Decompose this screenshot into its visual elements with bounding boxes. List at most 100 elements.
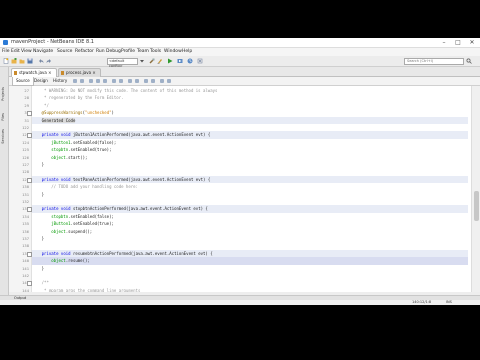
- menu-debug[interactable]: Debug: [106, 48, 121, 56]
- projects-panel-tab[interactable]: Projects: [1, 87, 5, 101]
- menu-help[interactable]: Help: [182, 48, 192, 56]
- start-macro-icon[interactable]: [144, 79, 148, 83]
- code-area[interactable]: * WARNING: Do NOT modify this code. The …: [32, 86, 468, 292]
- code-line[interactable]: }: [32, 265, 468, 272]
- open-project-icon[interactable]: [19, 58, 25, 64]
- code-line[interactable]: jButton1.setEnabled(true);: [32, 220, 468, 227]
- code-line[interactable]: object.start();: [32, 154, 468, 161]
- tab-stpwatch[interactable]: stpwatch.java ×: [11, 68, 57, 77]
- stop-macro-icon[interactable]: [151, 79, 155, 83]
- line-number: 136: [22, 228, 29, 234]
- line-number: 130: [22, 184, 29, 190]
- tab-design[interactable]: Design: [31, 77, 51, 85]
- redo-icon[interactable]: [46, 58, 52, 64]
- code-editor[interactable]: 27 28293031 122 123124 125126 127 128129 130131…: [9, 86, 480, 292]
- code-line[interactable]: [32, 198, 468, 205]
- code-line[interactable]: object.suspend();: [32, 228, 468, 235]
- debug-icon[interactable]: [177, 58, 183, 64]
- shift-right-icon[interactable]: [135, 79, 139, 83]
- caret-position: 140:12/1:8: [412, 300, 432, 304]
- netbeans-app-icon: [3, 40, 8, 45]
- find-previous-icon[interactable]: [96, 79, 100, 83]
- menu-team[interactable]: Team: [137, 48, 149, 56]
- code-line[interactable]: private void textPaneActionPerformed(jav…: [32, 175, 468, 184]
- code-line[interactable]: stopbtn.setEnabled(true);: [32, 146, 468, 153]
- code-line[interactable]: * regenerated by the Form Editor.: [32, 94, 468, 101]
- code-line[interactable]: stopbtn.setEnabled(false);: [32, 213, 468, 220]
- toggle-bookmark-icon[interactable]: [119, 79, 123, 83]
- code-line[interactable]: * @param args the command line arguments: [32, 287, 468, 292]
- close-tab-icon[interactable]: ×: [92, 70, 95, 75]
- files-panel-tab[interactable]: Files: [1, 113, 5, 121]
- editor-tab-row: stpwatch.java × process.java ×: [9, 67, 480, 77]
- code-line[interactable]: private void stopbtnActionPerformed(java…: [32, 205, 468, 213]
- code-line[interactable]: }: [32, 161, 468, 168]
- new-project-icon[interactable]: [11, 58, 17, 64]
- maximize-icon[interactable]: □: [452, 38, 464, 47]
- main-toolbar: <default config> Search (Ctrl+I): [0, 56, 480, 68]
- configuration-select[interactable]: <default config>: [107, 58, 138, 68]
- tab-process[interactable]: process.java ×: [58, 68, 101, 77]
- build-icon[interactable]: [149, 58, 155, 64]
- line-number: 123: [22, 132, 29, 138]
- profile-icon[interactable]: [187, 58, 193, 64]
- code-line[interactable]: [32, 124, 468, 131]
- code-line[interactable]: private void resumebtnActionPerformed(ja…: [32, 249, 468, 258]
- code-line[interactable]: /**: [32, 279, 468, 286]
- close-tab-icon[interactable]: ×: [48, 70, 51, 75]
- menu-window[interactable]: Window: [164, 48, 182, 56]
- menu-profile[interactable]: Profile: [121, 48, 135, 56]
- menu-navigate[interactable]: Navigate: [33, 48, 53, 56]
- code-line[interactable]: object.resume();: [32, 257, 468, 265]
- save-all-icon[interactable]: [27, 58, 33, 64]
- menu-file[interactable]: File: [2, 48, 10, 56]
- find-icon[interactable]: [89, 79, 93, 83]
- code-line[interactable]: }: [32, 235, 468, 242]
- menu-edit[interactable]: Edit: [11, 48, 20, 56]
- clean-build-icon[interactable]: [157, 58, 163, 64]
- code-line[interactable]: [32, 272, 468, 279]
- line-number: 29: [24, 102, 29, 108]
- code-line[interactable]: jButton1.setEnabled(false);: [32, 139, 468, 146]
- code-line[interactable]: @SuppressWarnings("unchecked"): [32, 109, 468, 116]
- minimize-icon[interactable]: –: [438, 38, 450, 47]
- code-line[interactable]: // TODO add your handling code here:: [32, 183, 468, 190]
- tab-history[interactable]: History: [50, 77, 70, 85]
- status-bar: 140:12/1:8 INS: [0, 300, 480, 305]
- code-line[interactable]: * WARNING: Do NOT modify this code. The …: [32, 87, 468, 94]
- line-number: 127: [22, 162, 29, 167]
- search-input[interactable]: Search (Ctrl+I): [404, 58, 464, 65]
- shift-left-icon[interactable]: [128, 79, 132, 83]
- tab-label: process.java: [66, 70, 92, 75]
- toggle-highlight-icon[interactable]: [112, 79, 116, 83]
- run-icon[interactable]: [167, 58, 173, 64]
- code-line[interactable]: }: [32, 191, 468, 198]
- back-icon[interactable]: [73, 79, 77, 83]
- services-panel-tab[interactable]: Services: [1, 129, 5, 144]
- search-icon[interactable]: [466, 58, 472, 64]
- menu-source[interactable]: Source: [57, 48, 72, 56]
- code-line[interactable]: [32, 168, 468, 175]
- vertical-scrollbar[interactable]: [474, 191, 479, 221]
- uncomment-icon[interactable]: [167, 79, 171, 83]
- line-number: 138: [22, 243, 29, 249]
- forward-icon[interactable]: [80, 79, 84, 83]
- code-line[interactable]: Generated Code: [32, 116, 468, 124]
- code-line[interactable]: */: [32, 102, 468, 109]
- undo-icon[interactable]: [38, 58, 44, 64]
- find-next-icon[interactable]: [103, 79, 107, 83]
- line-number: 139: [22, 250, 29, 256]
- code-line[interactable]: private void jButton1ActionPerformed(jav…: [32, 131, 468, 139]
- menu-bar: File Edit View Navigate Source Refactor …: [0, 48, 480, 56]
- new-file-icon[interactable]: [3, 58, 9, 64]
- close-icon[interactable]: ✕: [466, 38, 478, 47]
- line-number: 131: [22, 191, 29, 197]
- attach-debugger-icon[interactable]: [197, 58, 203, 64]
- config-dropdown-icon[interactable]: [139, 58, 145, 64]
- comment-icon[interactable]: [160, 79, 164, 83]
- menu-run[interactable]: Run: [96, 48, 105, 56]
- menu-view[interactable]: View: [21, 48, 32, 56]
- menu-tools[interactable]: Tools: [150, 48, 161, 56]
- menu-refactor[interactable]: Refactor: [75, 48, 94, 56]
- code-line[interactable]: [32, 242, 468, 249]
